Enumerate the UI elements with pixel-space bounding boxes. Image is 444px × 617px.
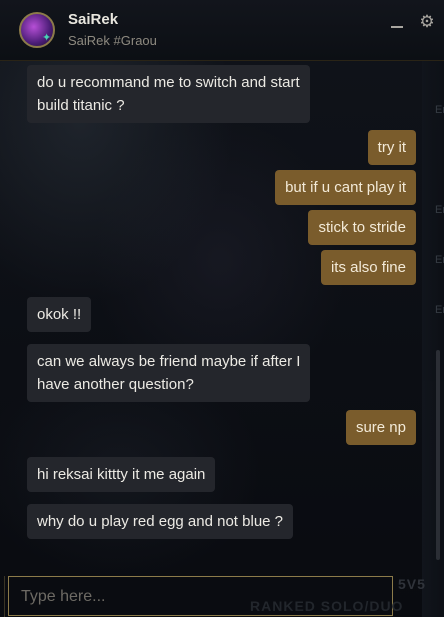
background-strip-label: Er	[435, 104, 444, 116]
incoming-message: okok !!	[27, 297, 92, 332]
message-text-line: build titanic ?	[37, 97, 125, 114]
incoming-message: hi reksai kittty it me again	[27, 457, 216, 492]
outgoing-message: but if u cant play it	[275, 170, 416, 205]
background-strip-label: Er	[435, 204, 444, 216]
message-text-line: can we always be friend maybe if after I	[37, 353, 301, 370]
message-text-line: hi reksai kittty it me again	[37, 466, 206, 483]
outgoing-message: stick to stride	[308, 210, 416, 245]
background-strip-label: Er	[435, 304, 444, 316]
message-text-line: sure np	[355, 419, 406, 436]
incoming-message: do u recommand me to switch and start bui…	[27, 65, 310, 123]
message-text-line: okok !!	[37, 306, 82, 323]
outgoing-message: try it	[367, 130, 416, 165]
friend-status-icon: ✦	[42, 32, 52, 44]
gear-icon[interactable]: ⚙	[417, 12, 437, 32]
incoming-message: why do u play red egg and not blue ?	[27, 504, 294, 539]
game-mode-label: 5V5	[398, 576, 426, 592]
message-text-line: have another question?	[37, 376, 194, 393]
message-text-line: stick to stride	[318, 219, 406, 236]
contact-tag: SaiRek #Graou	[68, 33, 157, 48]
minimize-icon[interactable]	[389, 17, 405, 33]
contact-name: SaiRek	[68, 11, 119, 28]
message-text-line: do u recommand me to switch and start	[37, 74, 300, 91]
background-panel-strip: Er Er Er Er	[422, 0, 444, 617]
message-text-line: why do u play red egg and not blue ?	[37, 513, 284, 530]
divider	[0, 576, 5, 617]
queue-label: RANKED SOLO/DUO	[250, 598, 404, 614]
message-text-line: but if u cant play it	[285, 179, 406, 196]
scrollbar[interactable]	[436, 350, 440, 560]
outgoing-message: sure np	[345, 410, 416, 445]
outgoing-message: its also fine	[320, 250, 416, 285]
background-strip-label: Er	[435, 254, 444, 266]
chat-header: ✦ SaiRek SaiRek #Graou ⚙	[0, 0, 444, 61]
incoming-message: can we always be friend maybe if after I…	[27, 344, 311, 402]
message-text-line: try it	[377, 139, 406, 156]
message-text-line: its also fine	[330, 259, 406, 276]
